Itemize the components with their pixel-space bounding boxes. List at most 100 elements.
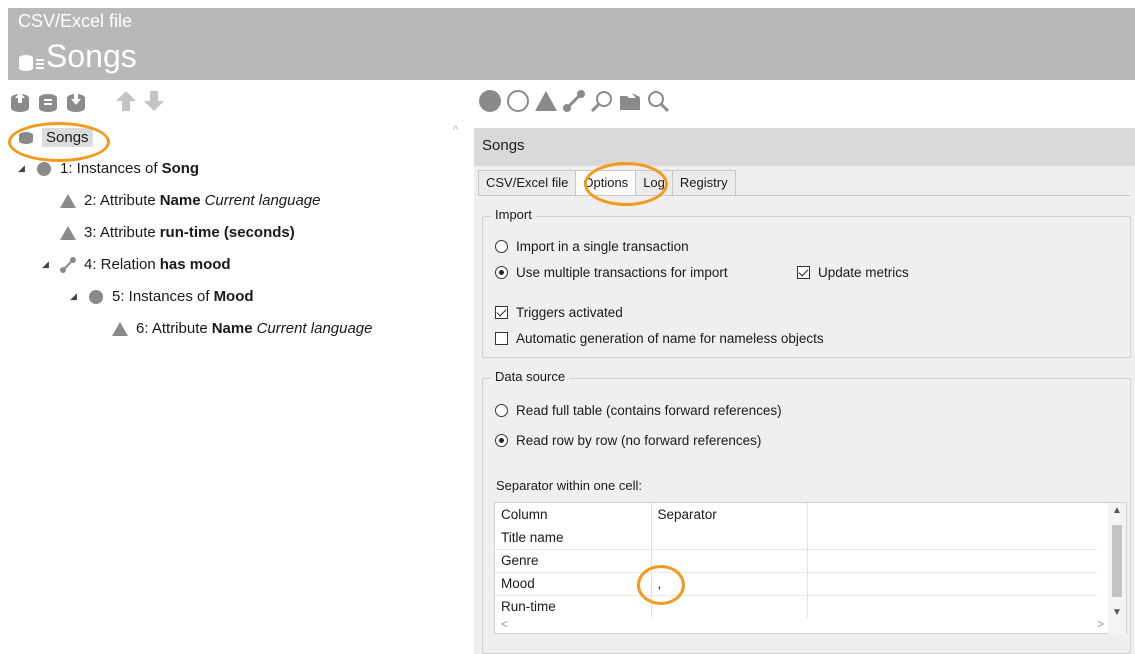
table-row[interactable]: Genre — [495, 549, 1097, 573]
object-icon — [34, 161, 54, 177]
tree-node-1[interactable]: ◢ 1: Instances of Song — [18, 160, 203, 177]
expand-triangle-icon[interactable]: ◢ — [70, 291, 80, 302]
checkbox-triggers-label: Triggers activated — [516, 305, 623, 320]
radio-read-row-by-row-label: Read row by row (no forward references) — [516, 433, 762, 448]
radio-read-row-by-row[interactable]: Read row by row (no forward references) — [495, 433, 761, 448]
type-icon[interactable] — [506, 87, 530, 115]
tree-node-prefix: 4: Relation — [84, 256, 156, 273]
tree-node-prefix: 3: Attribute — [84, 224, 156, 241]
expand-triangle-icon[interactable]: ◢ — [42, 259, 52, 270]
move-up-icon[interactable] — [114, 87, 138, 115]
object-icon[interactable] — [478, 87, 502, 115]
import-group: Import Import in a single transaction Us… — [482, 207, 1131, 358]
radio-multiple-transactions[interactable]: Use multiple transactions for import — [495, 265, 728, 280]
window-header: CSV/Excel file Songs — [8, 8, 1135, 80]
header-subtitle: CSV/Excel file — [18, 11, 133, 31]
column-header-separator[interactable]: Separator — [651, 503, 808, 526]
checkbox-update-metrics[interactable]: Update metrics — [797, 265, 909, 280]
tree-node-name: Song — [161, 160, 200, 177]
tree-node-prefix: 6: Attribute — [136, 320, 208, 337]
attribute-icon — [110, 321, 130, 337]
checkbox-unchecked[interactable] — [495, 332, 508, 345]
radio-button-selected[interactable] — [495, 266, 508, 279]
import-icon[interactable] — [8, 87, 32, 115]
checkbox-update-metrics-label: Update metrics — [818, 265, 909, 280]
radio-button[interactable] — [495, 240, 508, 253]
scroll-right-icon[interactable]: > — [1097, 617, 1104, 631]
table-vertical-scrollbar[interactable]: ▲ ▼ — [1108, 503, 1126, 635]
tree-node-5[interactable]: ◢ 5: Instances of Mood — [70, 288, 258, 305]
tree-node-name: Name — [159, 192, 201, 209]
attribute-icon — [58, 193, 78, 209]
column-header-empty — [807, 503, 1097, 526]
highlight-ring-options — [584, 162, 668, 206]
scroll-down-icon[interactable]: ▼ — [1112, 607, 1122, 618]
cell-empty — [807, 549, 1097, 573]
radio-button-selected[interactable] — [495, 434, 508, 447]
highlight-ring-mood-separator — [637, 565, 685, 605]
relation-icon — [58, 256, 78, 273]
move-down-icon[interactable] — [142, 87, 166, 115]
object-icon — [86, 289, 106, 305]
download-icon[interactable] — [64, 87, 88, 115]
tree-node-3[interactable]: 3: Attribute run-time (seconds) — [58, 224, 299, 241]
radio-single-transaction[interactable]: Import in a single transaction — [495, 239, 689, 254]
tree-node-2[interactable]: 2: Attribute Name Current language — [58, 192, 321, 209]
checkbox-checked[interactable] — [495, 306, 508, 319]
tree-node-qualifier: Current language — [204, 192, 321, 209]
table-row[interactable]: Title name — [495, 526, 1097, 550]
tree-node-name: has mood — [159, 256, 231, 273]
cell-column: Title name — [495, 526, 652, 550]
table-horizontal-scrollbar[interactable]: < > — [495, 617, 1110, 633]
checkbox-triggers[interactable]: Triggers activated — [495, 305, 623, 320]
cell-separator[interactable] — [651, 526, 808, 550]
tab-registry[interactable]: Registry — [671, 170, 736, 195]
cell-empty — [807, 526, 1097, 550]
tree-node-name: run-time (seconds) — [159, 224, 295, 241]
search-icon[interactable] — [590, 87, 614, 115]
tree-node-6[interactable]: 6: Attribute Name Current language — [110, 320, 373, 337]
attribute-icon[interactable] — [534, 87, 558, 115]
table-row[interactable]: Mood , — [495, 572, 1097, 596]
structure-tree: ^ Songs ◢ 1: Instances of Song 2: Attrib… — [8, 122, 458, 654]
cell-column: Genre — [495, 549, 652, 573]
panel-title: Songs — [474, 128, 1135, 166]
cell-empty — [807, 595, 1097, 618]
tree-node-prefix: 2: Attribute — [84, 192, 156, 209]
folder-icon[interactable] — [618, 87, 642, 115]
import-group-title: Import — [491, 207, 536, 222]
highlight-ring-songs — [8, 122, 110, 162]
tab-csv-excel-file[interactable]: CSV/Excel file — [478, 170, 577, 195]
checkbox-autoname[interactable]: Automatic generation of name for nameles… — [495, 331, 824, 346]
tree-node-qualifier: Current language — [256, 320, 373, 337]
header-title: Songs — [46, 38, 137, 74]
expand-triangle-icon[interactable]: ◢ — [18, 163, 28, 174]
tree-scroll-up-icon[interactable]: ^ — [453, 124, 458, 136]
query-icon[interactable] — [646, 87, 670, 115]
checkbox-checked[interactable] — [797, 266, 810, 279]
panel-toolbar — [478, 82, 670, 120]
cell-empty — [807, 572, 1097, 596]
radio-read-full-table[interactable]: Read full table (contains forward refere… — [495, 403, 782, 418]
tree-node-prefix: 5: Instances of — [112, 288, 210, 305]
tree-node-name: Name — [211, 320, 253, 337]
radio-read-full-table-label: Read full table (contains forward refere… — [516, 403, 782, 418]
radio-single-transaction-label: Import in a single transaction — [516, 239, 689, 254]
tree-node-4[interactable]: ◢ 4: Relation has mood — [42, 256, 235, 273]
checkbox-autoname-label: Automatic generation of name for nameles… — [516, 331, 824, 346]
tree-node-prefix: 1: Instances of — [60, 160, 158, 177]
scroll-up-icon[interactable]: ▲ — [1112, 505, 1122, 516]
column-header-column[interactable]: Column — [495, 503, 652, 526]
separator-table: Column Separator Title name Genre Mood ,… — [494, 502, 1127, 635]
detail-panel: Songs CSV/Excel file Options Log Registr… — [474, 128, 1135, 654]
datasource-group-title: Data source — [491, 369, 570, 384]
relation-icon[interactable] — [562, 87, 586, 115]
scrollbar-thumb[interactable] — [1112, 525, 1122, 597]
cell-column: Run-time — [495, 595, 652, 618]
radio-button[interactable] — [495, 404, 508, 417]
table-row[interactable]: Run-time — [495, 595, 1097, 618]
radio-multiple-transactions-label: Use multiple transactions for import — [516, 265, 728, 280]
database-list-icon — [18, 52, 46, 77]
export-icon[interactable] — [36, 87, 60, 115]
scroll-left-icon[interactable]: < — [501, 617, 508, 631]
